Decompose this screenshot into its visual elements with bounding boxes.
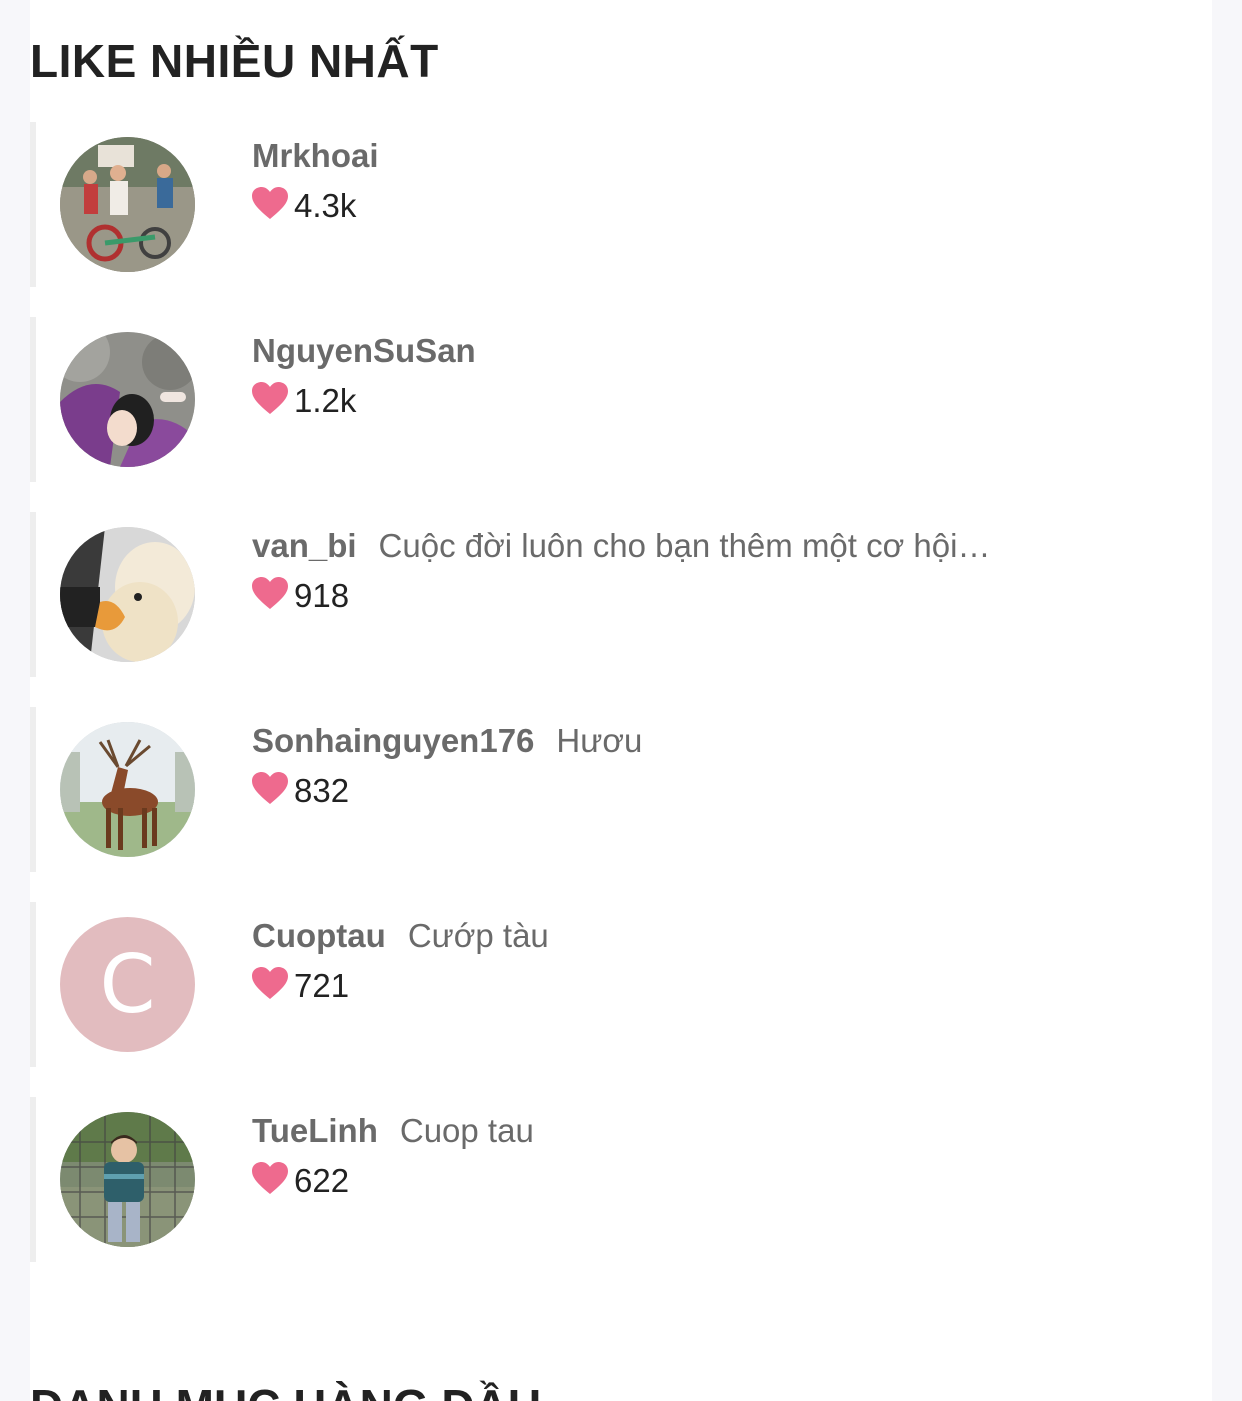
avatar[interactable] xyxy=(60,527,195,662)
like-count-group: 622 xyxy=(252,1161,349,1201)
caption[interactable]: Cuop tau xyxy=(400,1112,534,1149)
like-count-group: 832 xyxy=(252,771,349,811)
avatar[interactable] xyxy=(60,1112,195,1247)
heart-icon xyxy=(252,1162,288,1194)
like-count-group: 918 xyxy=(252,576,349,616)
caption[interactable]: Cướp tàu xyxy=(408,917,549,954)
avatar[interactable] xyxy=(60,332,195,467)
next-section-title: DANH MỤC HÀNG ĐẦU xyxy=(30,1378,541,1401)
caption[interactable]: Hươu xyxy=(556,722,642,759)
avatar-letter: C xyxy=(99,938,156,1031)
heart-icon xyxy=(252,577,288,609)
most-liked-list: Mrkhoai 4.3k NguyenSuSan 1.2k van_bi Cuộ… xyxy=(30,122,1212,1292)
like-count: 1.2k xyxy=(294,382,357,419)
heart-icon xyxy=(252,187,288,219)
username[interactable]: Sonhainguyen176 xyxy=(252,722,534,759)
caption[interactable]: Cuộc đời luôn cho bạn thêm một cơ hội… xyxy=(379,527,991,564)
like-count: 622 xyxy=(294,1162,350,1199)
heart-icon xyxy=(252,382,288,414)
page: LIKE NHIỀU NHẤT Mrkhoai 4.3k NguyenSuSan… xyxy=(30,0,1212,1401)
like-count: 832 xyxy=(294,772,350,809)
list-item[interactable]: Mrkhoai 4.3k xyxy=(30,122,1212,287)
list-item[interactable]: van_bi Cuộc đời luôn cho bạn thêm một cơ … xyxy=(30,512,1212,677)
list-item[interactable]: Sonhainguyen176 Hươu 832 xyxy=(30,707,1212,872)
avatar[interactable] xyxy=(60,137,195,272)
list-item[interactable]: TueLinh Cuop tau 622 xyxy=(30,1097,1212,1262)
like-count-group: 721 xyxy=(252,966,349,1006)
list-item[interactable]: NguyenSuSan 1.2k xyxy=(30,317,1212,482)
avatar[interactable] xyxy=(60,722,195,857)
username[interactable]: van_bi xyxy=(252,527,357,564)
username[interactable]: Mrkhoai xyxy=(252,137,379,174)
like-count-group: 4.3k xyxy=(252,186,356,226)
section-title: LIKE NHIỀU NHẤT xyxy=(30,35,439,87)
heart-icon xyxy=(252,967,288,999)
like-count-group: 1.2k xyxy=(252,381,356,421)
like-count: 721 xyxy=(294,967,350,1004)
list-item[interactable]: C Cuoptau Cướp tàu 721 xyxy=(30,902,1212,1067)
username[interactable]: TueLinh xyxy=(252,1112,378,1149)
avatar[interactable]: C xyxy=(60,917,195,1052)
username[interactable]: NguyenSuSan xyxy=(252,332,476,369)
heart-icon xyxy=(252,772,288,804)
username[interactable]: Cuoptau xyxy=(252,917,386,954)
like-count: 4.3k xyxy=(294,187,357,224)
like-count: 918 xyxy=(294,577,350,614)
